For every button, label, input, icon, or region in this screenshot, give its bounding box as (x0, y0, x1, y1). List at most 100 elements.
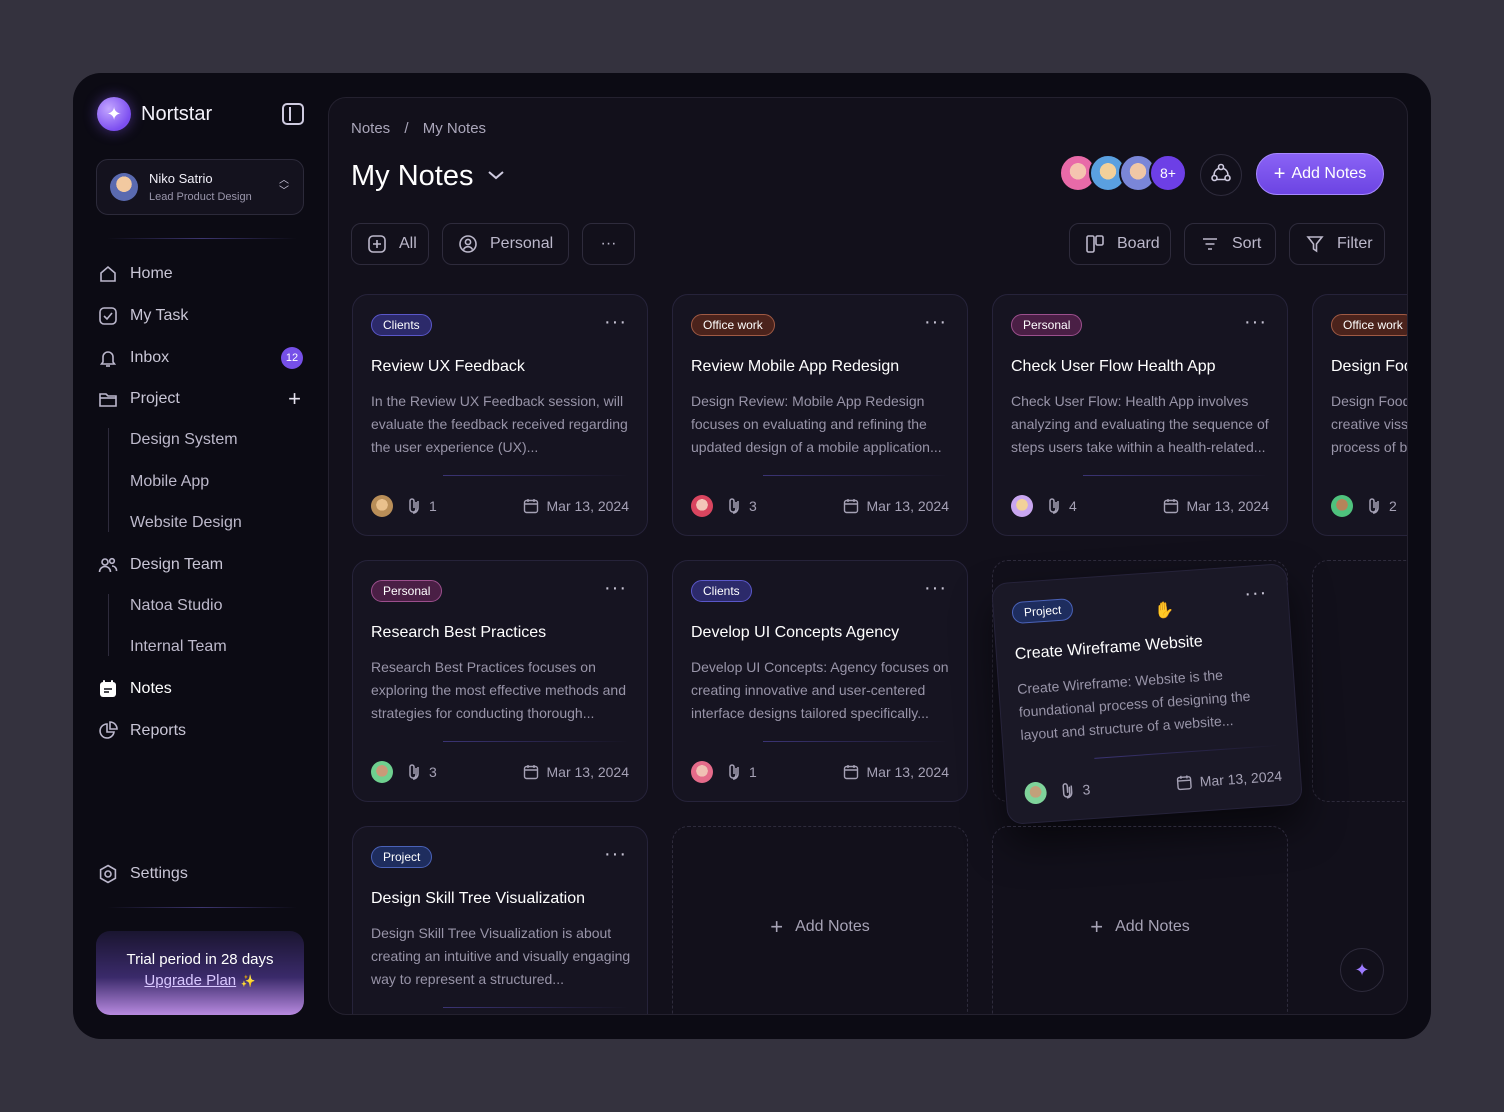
filter-icon (1305, 234, 1325, 254)
user-name: Niko Satrio (149, 171, 213, 186)
board-view-button[interactable]: Board (1069, 223, 1171, 265)
tree-line (108, 428, 109, 532)
note-description: Design Review: Mobile App Redesign focus… (691, 393, 942, 455)
paperclip-icon (405, 497, 421, 515)
note-description: Research Best Practices focuses on explo… (371, 659, 627, 721)
divider (1094, 744, 1280, 759)
sidebar-subitem[interactable]: Website Design (130, 511, 242, 535)
filter-more-button[interactable]: ··· (582, 223, 635, 265)
collaborators[interactable]: 8+ (1059, 154, 1187, 192)
sidebar-item-my-task[interactable]: My Task (97, 301, 307, 331)
note-tag: Personal (1011, 314, 1083, 336)
breadcrumb-notes[interactable]: Notes (351, 120, 390, 137)
inbox-count-badge: 12 (281, 347, 303, 369)
sort-icon (1200, 234, 1220, 254)
sidebar-item-inbox[interactable]: Inbox 12 (97, 343, 307, 373)
note-date: Mar 13, 2024 (1163, 498, 1269, 514)
sidebar-item-label: Reports (130, 722, 187, 739)
sort-button[interactable]: Sort (1184, 223, 1276, 265)
calendar-icon (843, 499, 858, 514)
add-notes-slot-label: Add Notes (795, 917, 870, 935)
sidebar-toggle-icon[interactable] (282, 103, 304, 125)
attachment-count: 4 (1069, 498, 1077, 514)
sidebar-item-label: My Task (130, 307, 189, 324)
sidebar-item-notes[interactable]: Notes (97, 674, 307, 704)
more-icon[interactable]: ··· (1244, 581, 1269, 606)
more-icon[interactable]: ··· (1244, 311, 1267, 334)
note-title: Review Mobile App Redesign (691, 358, 900, 375)
sidebar-item-reports[interactable]: Reports (97, 716, 307, 746)
add-notes-slot[interactable]: + Add Notes (672, 826, 968, 1014)
note-date: Mar 13, 2024 (523, 498, 630, 514)
note-description: Design Food creative viss process of b (1331, 393, 1408, 455)
share-icon (1210, 162, 1232, 189)
upgrade-plan-link[interactable]: Upgrade Plan (144, 972, 236, 989)
pie-chart-icon (97, 720, 119, 742)
note-title: Create Wireframe Website (1014, 633, 1204, 664)
more-icon[interactable]: ··· (924, 311, 947, 334)
note-card[interactable]: Clients ··· Review UX Feedback In the Re… (352, 294, 648, 536)
note-date-text: Mar 13, 2024 (546, 764, 630, 780)
sidebar-item-label: Design Team (130, 556, 224, 573)
more-icon[interactable]: ··· (604, 311, 627, 334)
user-role: Lead Product Design (149, 191, 252, 203)
paperclip-icon (725, 763, 741, 781)
sidebar-subitem[interactable]: Mobile App (130, 470, 209, 494)
more-icon[interactable]: ··· (604, 577, 627, 600)
filter-personal-label: Personal (490, 235, 554, 252)
more-icon: ··· (600, 235, 617, 252)
breadcrumb: Notes / My Notes (351, 120, 496, 137)
note-tag: Personal (371, 580, 443, 602)
filter-personal[interactable]: Personal (442, 223, 569, 265)
more-icon[interactable]: ··· (924, 577, 947, 600)
avatar (371, 761, 393, 783)
paperclip-icon (1045, 497, 1061, 515)
sidebar-item-home[interactable]: Home (97, 259, 307, 289)
avatar (691, 495, 713, 517)
divider (763, 741, 949, 742)
user-switcher[interactable]: Niko Satrio Lead Product Design ︿ ﹀ (96, 159, 304, 215)
note-date: Mar 13, 2024 (843, 498, 950, 514)
page-title: My Notes (351, 160, 474, 192)
note-date-text: Mar 13, 2024 (546, 498, 630, 514)
note-card[interactable]: Personal ··· Research Best Practices Res… (352, 560, 648, 802)
sidebar-item-project[interactable]: Project + (97, 384, 307, 414)
add-notes-button[interactable]: + Add Notes (1256, 153, 1384, 195)
filter-all[interactable]: All (351, 223, 429, 265)
ai-assistant-button[interactable]: ✦ (1340, 948, 1384, 992)
note-card[interactable]: Project ··· Design Skill Tree Visualizat… (352, 826, 648, 1014)
paperclip-icon (725, 497, 741, 515)
divider (107, 238, 297, 239)
note-card[interactable]: Personal ··· Check User Flow Health App … (992, 294, 1288, 536)
page-title-dropdown[interactable]: My Notes (351, 160, 505, 193)
calendar-icon (843, 765, 858, 780)
brand[interactable]: ✦ Nortstar (97, 97, 212, 131)
note-tag: Clients (691, 580, 752, 602)
note-title: Research Best Practices (371, 624, 547, 641)
paperclip-icon (1058, 781, 1075, 800)
note-card[interactable]: Office work Design Fod Design Food creat… (1312, 294, 1408, 536)
sidebar-subitem[interactable]: Natoa Studio (130, 594, 223, 618)
add-project-icon[interactable]: + (288, 388, 301, 410)
chevron-up-down-icon: ︿ ﹀ (279, 175, 289, 197)
filter-button[interactable]: Filter (1289, 223, 1385, 265)
note-card-dragging[interactable]: Project ✋ ··· Create Wireframe Website C… (990, 562, 1304, 826)
share-button[interactable] (1200, 154, 1242, 196)
sidebar-subitem[interactable]: Design System (130, 428, 238, 452)
sidebar-item-label: Project (130, 390, 180, 407)
note-date-text: Mar 13, 2024 (866, 498, 950, 514)
calendar-icon (1176, 775, 1192, 791)
filter-label: Filter (1337, 235, 1373, 252)
sidebar-item-settings[interactable]: Settings (97, 859, 307, 889)
sidebar-item-label: Settings (130, 865, 188, 882)
note-card[interactable]: Clients ··· Develop UI Concepts Agency D… (672, 560, 968, 802)
more-icon[interactable]: ··· (604, 843, 627, 866)
sidebar-item-design-team[interactable]: Design Team (97, 550, 307, 580)
add-notes-slot[interactable]: + Add Notes (992, 826, 1288, 1014)
note-card[interactable]: Office work ··· Review Mobile App Redesi… (672, 294, 968, 536)
trial-banner: Trial period in 28 days Upgrade Plan ✨ (96, 931, 304, 1015)
note-date: Mar 13, 2024 (523, 764, 630, 780)
paperclip-icon (405, 763, 421, 781)
sidebar-subitem[interactable]: Internal Team (130, 635, 227, 659)
more-collaborators-badge[interactable]: 8+ (1149, 154, 1187, 192)
